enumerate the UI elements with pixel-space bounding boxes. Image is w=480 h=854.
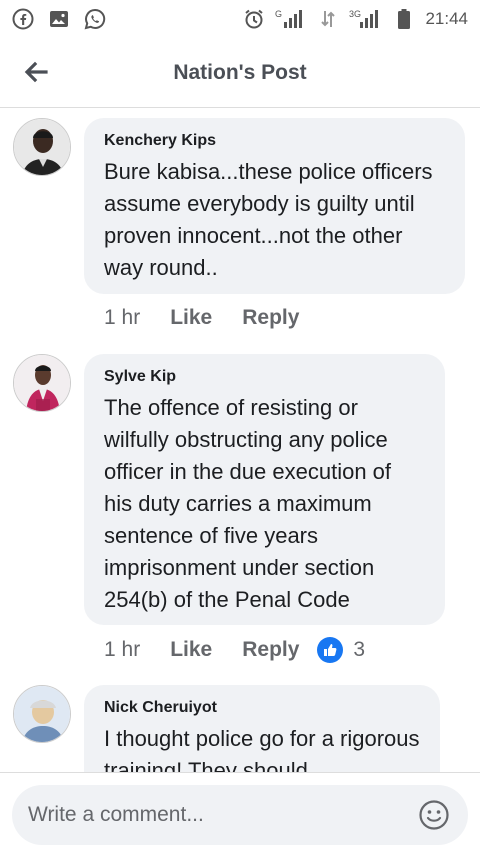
whatsapp-icon [84, 8, 106, 30]
network-type-label: G [275, 9, 282, 19]
comments-list: Kenchery Kips Bure kabisa...these police… [0, 108, 480, 772]
network-3g-label: 3G [349, 9, 361, 19]
comment-composer [0, 772, 480, 854]
signal-icon: G [275, 8, 307, 30]
avatar[interactable] [13, 685, 71, 743]
data-arrows-icon [317, 8, 339, 30]
smiley-icon[interactable] [418, 799, 450, 831]
comment-text: I thought police go for a rigorous train… [104, 726, 420, 772]
like-button[interactable]: Like [170, 638, 212, 662]
comment-time[interactable]: 1 hr [104, 306, 140, 330]
arrow-left-icon[interactable] [22, 58, 50, 86]
comment-input[interactable] [28, 803, 416, 827]
emoji-button[interactable] [416, 797, 452, 833]
gallery-icon [48, 8, 70, 30]
avatar[interactable] [13, 118, 71, 176]
comment-bubble[interactable]: Kenchery Kips Bure kabisa...these police… [84, 118, 465, 294]
reaction-summary[interactable]: 3 [317, 637, 365, 663]
signal-3g-icon: 3G [349, 8, 383, 30]
reply-button[interactable]: Reply [242, 306, 299, 330]
facebook-icon [12, 8, 34, 30]
reaction-count: 3 [353, 638, 366, 661]
comment-text: The offence of resisting or wilfully obs… [104, 395, 392, 612]
status-right-icons: G 3G 21:44 [243, 8, 468, 30]
comment-author[interactable]: Kenchery Kips [104, 132, 445, 150]
comment-bubble[interactable]: Nick Cheruiyot I thought police go for a… [84, 685, 440, 772]
reply-button[interactable]: Reply [242, 638, 299, 662]
composer-box[interactable] [12, 785, 468, 845]
back-button[interactable] [16, 52, 56, 92]
comment-actions: 1 hr Like Reply [104, 306, 329, 330]
comment-author[interactable]: Nick Cheruiyot [104, 699, 420, 717]
status-time: 21:44 [425, 9, 468, 28]
comment-actions: 1 hr Like Reply 3 [104, 637, 365, 663]
comment-time[interactable]: 1 hr [104, 638, 140, 662]
comment-bubble[interactable]: Sylve Kip The offence of resisting or wi… [84, 354, 445, 625]
page-title: Nation's Post [173, 60, 307, 84]
like-button[interactable]: Like [170, 306, 212, 330]
status-left-icons [12, 8, 106, 30]
avatar[interactable] [13, 354, 71, 412]
comment-text: Bure kabisa...these police officers assu… [104, 159, 433, 280]
status-bar: G 3G 21:44 [0, 0, 480, 38]
battery-icon [393, 8, 415, 30]
app-header: Nation's Post [0, 38, 480, 108]
like-reaction-icon [317, 637, 344, 663]
comment-author[interactable]: Sylve Kip [104, 368, 425, 386]
alarm-icon [243, 8, 265, 30]
